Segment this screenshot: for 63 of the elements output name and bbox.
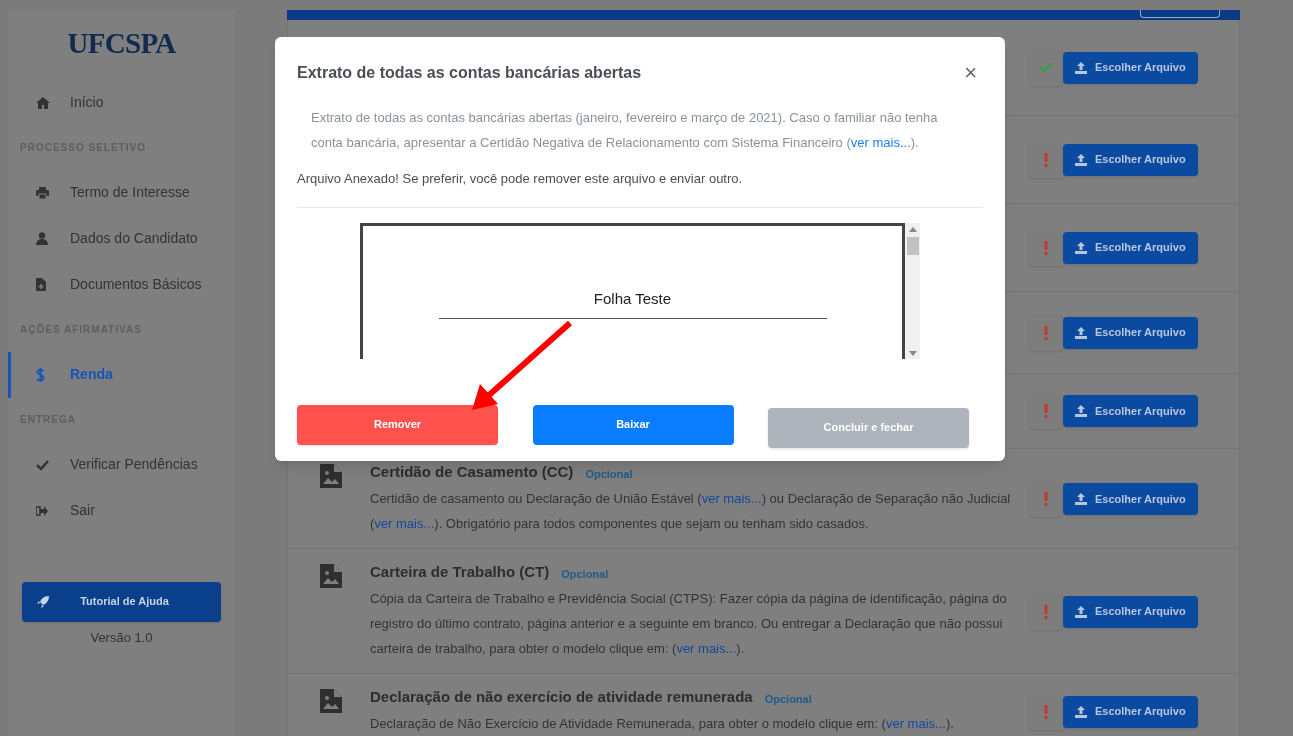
help-button[interactable]: Tutorial de Ajuda xyxy=(22,581,221,622)
choose-file-button[interactable]: Escolher Arquivo xyxy=(1063,695,1198,728)
version-label: Versão 1.0 xyxy=(89,628,154,647)
check-icon xyxy=(36,459,49,470)
user-icon xyxy=(36,232,48,245)
nav-item[interactable]: Início xyxy=(8,79,235,126)
home-icon xyxy=(36,96,50,109)
sign-out-icon xyxy=(36,505,48,516)
scrollbar[interactable] xyxy=(905,222,920,359)
more-link[interactable]: ver mais... xyxy=(701,491,762,506)
nav-item[interactable]: Renda xyxy=(8,351,235,398)
upload-icon xyxy=(1075,61,1087,74)
scroll-up-icon[interactable] xyxy=(908,226,917,232)
choose-file-button[interactable]: Escolher Arquivo xyxy=(1063,483,1198,515)
document-description: Declaração de Não Exercício de Atividade Remunerada, para obter o modelo clique em: (ver mais...). xyxy=(370,715,955,733)
document-title: Certidão de Casamento (CC) xyxy=(370,461,574,482)
more-link[interactable]: ver mais... xyxy=(885,716,946,731)
attachment-note: Arquivo Anexado! Se preferir, você pode remover este arquivo e enviar outro. xyxy=(297,170,744,188)
optional-label: Opcional xyxy=(561,566,609,582)
optional-label: Opcional xyxy=(585,466,633,482)
upload-icon xyxy=(1075,705,1087,718)
optional-label: Opcional xyxy=(764,691,812,707)
nav-item[interactable]: Verificar Pendências xyxy=(8,441,235,488)
upload-icon xyxy=(1075,153,1087,166)
document-description: Cópia da Carteira de Trabalho e Previdência Social (CTPS): Fazer cópia da página de identificação, página do registro do último contrato, página anterior e a seguinte em branco. Ou entregar a Declaração que não possui carteira de trabalho, para obter o modelo clique em: (ver mais...). xyxy=(370,590,1008,658)
image-file-icon xyxy=(320,564,342,588)
upload-icon xyxy=(1075,405,1087,417)
remove-button[interactable]: Remover xyxy=(297,404,498,445)
document-title: Carteira de Trabalho (CT) xyxy=(370,561,550,582)
close-button[interactable]: × xyxy=(964,62,983,84)
upload-icon xyxy=(1075,241,1087,254)
dollar-icon xyxy=(36,367,45,382)
download-button[interactable]: Baixar xyxy=(532,404,734,445)
more-link[interactable]: ver mais... xyxy=(374,516,435,531)
nav-item[interactable]: Dados do Candidato xyxy=(8,215,235,262)
scroll-thumb[interactable] xyxy=(906,236,919,255)
choose-file-button[interactable]: Escolher Arquivo xyxy=(1063,231,1198,264)
preview-heading: Folha Teste xyxy=(438,287,827,319)
upload-icon xyxy=(1075,605,1087,618)
nav-item[interactable]: Termo de Interesse xyxy=(8,169,235,216)
document-title: Declaração de não exercício de atividade remunerada xyxy=(370,686,753,707)
choose-file-button[interactable]: Escolher Arquivo xyxy=(1063,143,1198,176)
choose-file-button[interactable]: Escolher Arquivo xyxy=(1063,595,1198,628)
document-icon xyxy=(36,278,46,291)
modal-description: Extrato de todas as contas bancárias abertas (janeiro, fevereiro e março de 2021). Caso o familiar não tenha conta bancária, apresentar a Certidão Negativa de Relacionamento com Sistema Financeiro (ver mais...). xyxy=(310,109,939,152)
logo: UFCSPA xyxy=(66,26,177,61)
modal-title: Extrato de todas as contas bancárias abertas xyxy=(297,63,642,83)
choose-file-button[interactable]: Escolher Arquivo xyxy=(1063,51,1198,84)
image-file-icon xyxy=(320,464,342,488)
image-file-icon xyxy=(320,689,342,713)
choose-file-button[interactable]: Escolher Arquivo xyxy=(1063,316,1198,349)
upload-icon xyxy=(1075,326,1087,339)
nav-item[interactable]: Sair xyxy=(8,487,235,534)
more-link[interactable]: ver mais... xyxy=(676,641,737,656)
rocket-icon xyxy=(36,594,50,609)
nav-item[interactable]: Documentos Básicos xyxy=(8,261,235,308)
more-link[interactable]: ver mais... xyxy=(850,135,911,150)
header-button[interactable] xyxy=(1140,10,1220,18)
upload-icon xyxy=(1075,493,1087,505)
choose-file-button[interactable]: Escolher Arquivo xyxy=(1063,395,1198,427)
printer-icon xyxy=(36,186,49,199)
document-description: Certidão de casamento ou Declaração de União Estável (ver mais...) ou Declaração de Separação não Judicial (ver mais...). Obrigatório para todos componentes que sejam ou tenham sido casados. xyxy=(370,490,1012,533)
scroll-down-icon[interactable] xyxy=(908,350,917,356)
